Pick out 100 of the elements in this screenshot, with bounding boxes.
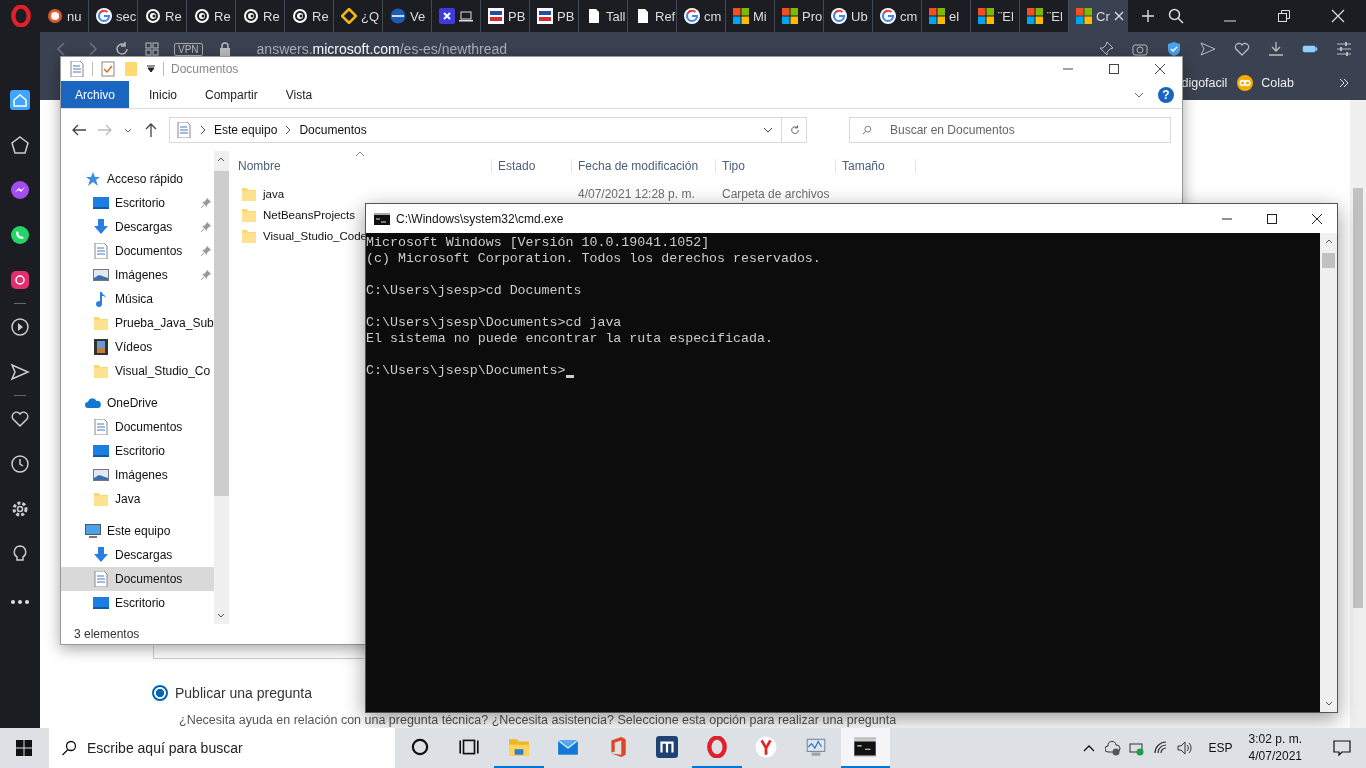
ribbon-tab[interactable]: Archivo (61, 81, 129, 108)
nav-item[interactable]: Visual_Studio_Co (61, 359, 214, 383)
wifi-icon[interactable] (1152, 740, 1169, 756)
messenger-icon[interactable] (10, 180, 30, 200)
column-header[interactable]: Estado (492, 159, 572, 173)
maximize-icon[interactable] (1108, 63, 1120, 75)
camera-icon[interactable] (1132, 41, 1148, 57)
ribbon-tab[interactable]: Inicio (135, 81, 192, 108)
heart-icon[interactable] (1234, 41, 1250, 57)
back-icon[interactable] (71, 122, 87, 138)
nav-item[interactable]: Imágenes (61, 463, 214, 487)
nav-item[interactable]: Escritorio (61, 191, 214, 215)
scrollbar[interactable] (1320, 233, 1337, 712)
search-field[interactable]: Escribe aquí para buscar (49, 728, 395, 768)
clock-date[interactable]: 4/07/2021 (1248, 748, 1302, 765)
vpn-badge[interactable]: VPN (174, 42, 203, 56)
url-text[interactable]: answers.microsoft.com/es-es/newthread (256, 41, 508, 57)
notification-icon[interactable] (1332, 738, 1352, 758)
search-field[interactable]: Buscar en Documentos (849, 117, 1171, 143)
scrollbar[interactable] (213, 151, 229, 624)
play-icon[interactable] (10, 317, 30, 337)
new-tab-icon[interactable] (1142, 10, 1154, 22)
search-icon[interactable] (1168, 8, 1184, 24)
opera-menu-icon[interactable] (10, 5, 32, 27)
shield-icon[interactable] (1166, 41, 1182, 57)
nav-item[interactable]: Documentos (61, 567, 214, 591)
pin-icon[interactable] (1098, 41, 1114, 57)
cloud-icon[interactable] (1104, 740, 1121, 756)
maximize-icon[interactable] (1266, 212, 1278, 225)
dropdown-icon[interactable] (146, 64, 156, 74)
nav-item[interactable]: Acceso rápido (61, 167, 214, 191)
desktop-icon (93, 595, 109, 611)
windows-start-icon[interactable] (16, 740, 32, 756)
battery-icon[interactable] (1128, 740, 1145, 756)
chevron-right-icon[interactable] (200, 125, 206, 135)
language-indicator[interactable]: ESP (1208, 741, 1233, 755)
ribbon-tab[interactable]: Vista (271, 81, 327, 108)
browser-tab[interactable]: Cr (1069, 0, 1128, 32)
scroll-thumb[interactable] (213, 171, 229, 496)
send-icon[interactable] (10, 362, 30, 382)
phone-bubble-icon[interactable] (10, 225, 30, 245)
nav-item[interactable]: Documentos (61, 239, 214, 263)
folder-icon (241, 185, 257, 202)
column-header[interactable]: Tipo (716, 159, 836, 173)
nav-item[interactable]: Documentos (61, 415, 214, 439)
help-button[interactable]: ? (1158, 86, 1174, 103)
ribbon-tab[interactable]: Compartir (191, 81, 272, 108)
chevron-right-icon[interactable] (285, 125, 292, 135)
column-header[interactable]: Nombre (232, 159, 492, 173)
nav-item[interactable]: Escritorio (61, 439, 214, 463)
nav-item[interactable]: Escritorio (61, 591, 214, 615)
column-header[interactable]: Fecha de modificación (572, 159, 716, 173)
ring-icon (684, 8, 700, 24)
file-name[interactable]: NetBeansProjects (232, 206, 356, 223)
file-name[interactable]: java (232, 185, 285, 202)
nav-item[interactable]: OneDrive (61, 391, 214, 415)
download-icon[interactable] (1268, 41, 1284, 57)
nav-item[interactable]: Imágenes (61, 263, 214, 287)
speaker-icon[interactable] (1176, 740, 1193, 756)
bookmark-link[interactable]: Colab (1237, 75, 1294, 91)
nav-item[interactable]: Este equipo (61, 519, 214, 543)
breadcrumb-item[interactable]: Este equipo (214, 123, 278, 137)
nav-item[interactable]: Música (61, 287, 214, 311)
nav-item[interactable]: Java (61, 487, 214, 511)
bookmark-link[interactable]: digofacil (1181, 76, 1228, 90)
taskbar-button[interactable] (840, 728, 890, 768)
restore-icon[interactable] (1276, 8, 1292, 24)
nav-item[interactable]: Descargas (61, 215, 214, 239)
home-icon[interactable] (10, 90, 30, 110)
scrollbar[interactable] (1350, 100, 1366, 728)
clock-icon[interactable] (10, 454, 30, 474)
address-field[interactable]: Este equipo Documentos (169, 117, 807, 143)
reload-icon[interactable] (114, 41, 130, 57)
double-chevron-icon[interactable] (1338, 77, 1350, 89)
nav-item[interactable]: Prueba_Java_Sub (61, 311, 214, 335)
chevron-down-icon[interactable] (763, 125, 773, 135)
camera-square-icon[interactable] (10, 270, 30, 290)
more-icon[interactable] (10, 599, 30, 605)
column-header[interactable]: Tamaño (836, 159, 916, 173)
nav-item[interactable]: Vídeos (61, 335, 214, 359)
close-icon[interactable] (1154, 63, 1166, 75)
sliders-icon[interactable] (1336, 41, 1352, 57)
refresh-icon[interactable] (790, 125, 800, 135)
checklist-icon[interactable] (100, 61, 116, 77)
pentagon-icon[interactable] (10, 135, 30, 155)
settings-icon[interactable] (10, 499, 30, 519)
heart-icon[interactable] (10, 409, 30, 429)
breadcrumb-item[interactable]: Documentos (299, 123, 367, 137)
clock-time[interactable]: 3:02 p. m. (1248, 731, 1302, 748)
scroll-thumb[interactable] (1322, 253, 1335, 268)
window-title: C:\Windows\system32\cmd.exe (396, 211, 564, 226)
scroll-thumb[interactable] (1353, 188, 1363, 608)
nav-item[interactable]: Descargas (61, 543, 214, 567)
up-arrow-icon[interactable] (143, 122, 159, 138)
close-icon[interactable] (1311, 212, 1323, 225)
send-icon[interactable] (1200, 41, 1216, 57)
radio-button[interactable] (152, 685, 168, 701)
four-squares-icon (733, 8, 749, 24)
grid-icon[interactable] (144, 41, 160, 57)
four-squares-icon (978, 8, 994, 24)
